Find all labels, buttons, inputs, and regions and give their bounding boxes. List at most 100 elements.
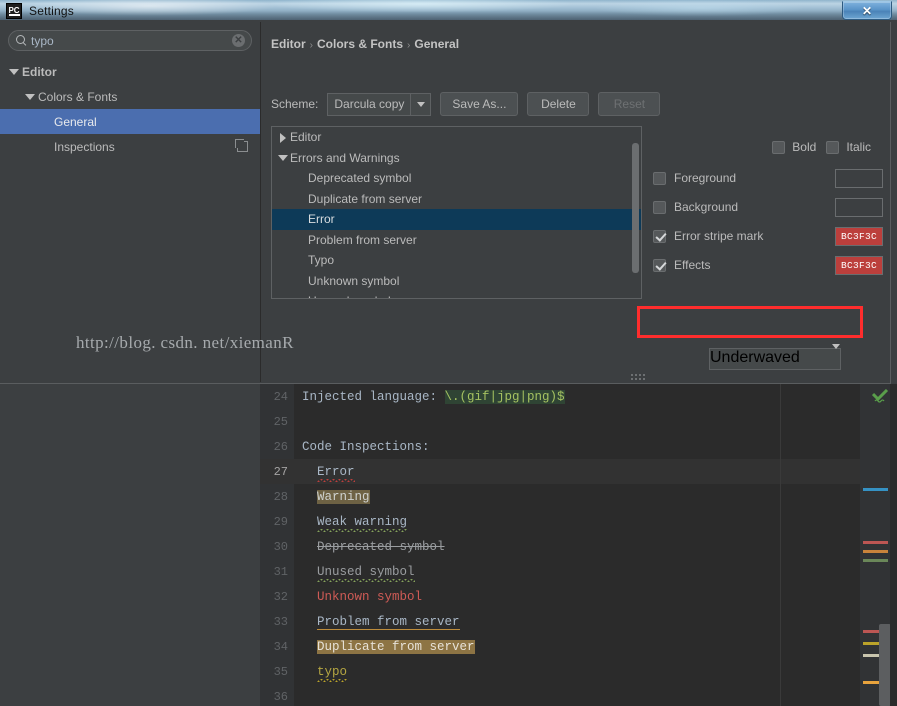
editor-line[interactable]: 32 Unknown symbol (260, 584, 897, 609)
code-editor[interactable]: 24 Injected language: \.(gif|jpg|png)$ 25 2… (260, 384, 897, 706)
chevron-down-icon[interactable] (277, 151, 290, 164)
window-title: Settings (29, 4, 74, 18)
save-as-button[interactable]: Save As... (440, 92, 519, 116)
code-token: Error (317, 464, 355, 479)
scheme-select-value: Darcula copy (334, 97, 405, 111)
breadcrumb-part[interactable]: Editor (271, 37, 306, 51)
color-tree-item-unknown-symbol[interactable]: Unknown symbol (272, 271, 641, 292)
code-token: Injected language: (302, 389, 445, 404)
sidebar-item-inspections[interactable]: Inspections (0, 134, 260, 159)
breadcrumb-separator: › (407, 40, 411, 51)
breadcrumb-part[interactable]: General (414, 37, 459, 51)
editor-line[interactable]: 30 Deprecated symbol (260, 534, 897, 559)
error-stripe-mark-checkbox[interactable] (653, 229, 666, 243)
code-token: Problem from server (317, 614, 460, 630)
editor-line[interactable]: 26 Code Inspections: (260, 434, 897, 459)
color-tree-scroll-thumb[interactable] (632, 143, 639, 273)
sidebar-item-editor[interactable]: Editor (0, 59, 260, 84)
color-tree-item-errors-and-warnings[interactable]: Errors and Warnings (272, 148, 641, 169)
dialog-resize-grip[interactable] (631, 374, 645, 381)
color-settings-tree[interactable]: Editor Errors and Warnings Deprecated symb… (271, 126, 642, 299)
effects-color-swatch[interactable]: BC3F3C (835, 255, 883, 275)
sidebar-item-label: Colors & Fonts (38, 89, 118, 104)
delete-button[interactable]: Delete (527, 92, 590, 116)
line-content: Deprecated symbol (288, 540, 445, 554)
editor-line[interactable]: 27 Error (260, 459, 897, 484)
effects-checkbox[interactable] (653, 258, 666, 272)
editor-line[interactable]: 25 (260, 409, 897, 434)
color-tree-item-label: Errors and Warnings (290, 150, 400, 165)
scheme-select[interactable]: Darcula copy (327, 92, 432, 116)
line-number: 31 (273, 564, 288, 579)
scheme-toolbar: Scheme: Darcula copy Save As... Delete Res… (271, 92, 661, 116)
color-tree-item-deprecated-symbol[interactable]: Deprecated symbol (272, 168, 641, 189)
italic-checkbox[interactable]: Italic (826, 140, 871, 154)
line-number: 25 (273, 414, 288, 429)
line-number: 36 (273, 689, 288, 704)
foreground-checkbox[interactable] (653, 171, 666, 185)
italic-checkbox-box[interactable] (826, 140, 840, 154)
error-stripe-mark-label: Error stripe mark (674, 229, 764, 243)
editor-line[interactable]: 34 Duplicate from server (260, 634, 897, 659)
sidebar-item-colors-fonts[interactable]: Colors & Fonts (0, 84, 260, 109)
line-number: 35 (273, 664, 288, 679)
code-token: \.(gif|jpg|png)$ (444, 389, 565, 404)
color-tree-item-duplicate-from-server[interactable]: Duplicate from server (272, 189, 641, 210)
editor-line[interactable]: 29 Weak warning (260, 509, 897, 534)
window-titlebar: PC Settings ✕ (0, 0, 897, 22)
copy-icon[interactable] (235, 139, 248, 152)
breadcrumb-part[interactable]: Colors & Fonts (317, 37, 403, 51)
marker-stripe[interactable] (863, 541, 888, 544)
settings-left-pane: typo ✕ Editor Colors & Fonts General Inspec… (0, 22, 261, 382)
chevron-down-icon[interactable] (8, 66, 19, 77)
line-content: typo (288, 665, 347, 679)
clear-search-icon[interactable]: ✕ (232, 34, 245, 47)
editor-line[interactable]: 35 typo (260, 659, 897, 684)
editor-scrollbar-track[interactable] (890, 384, 897, 706)
color-tree-item-unused-symbol[interactable]: Unused symbol (272, 291, 641, 298)
reset-button: Reset (598, 92, 661, 116)
close-button[interactable]: ✕ (842, 1, 892, 20)
color-tree-item-typo[interactable]: Typo (272, 250, 641, 271)
attribute-row-background: Background (653, 195, 883, 219)
editor-line[interactable]: 28 Warning (260, 484, 897, 509)
color-tree-item-error[interactable]: Error (272, 209, 641, 230)
marker-stripe[interactable] (863, 488, 888, 491)
error-stripe-mark-color-swatch[interactable]: BC3F3C (835, 226, 883, 246)
line-content: Error (288, 465, 355, 479)
editor-line[interactable]: 24 Injected language: \.(gif|jpg|png)$ (260, 384, 897, 409)
line-content: Unused symbol (288, 565, 415, 579)
right-margin-guide (780, 384, 781, 706)
bold-checkbox[interactable]: Bold (772, 140, 816, 154)
settings-right-pane: Editor › Colors & Fonts › General Scheme: Da… (262, 22, 890, 382)
search-container: typo ✕ (0, 22, 260, 51)
chevron-right-icon[interactable] (277, 131, 290, 144)
sidebar-item-general[interactable]: General (0, 109, 260, 134)
chevron-down-icon[interactable] (24, 91, 35, 102)
line-number: 28 (273, 489, 288, 504)
foreground-color-swatch[interactable] (835, 168, 883, 188)
background-color-swatch[interactable] (835, 197, 883, 217)
marker-stripe[interactable] (863, 550, 888, 553)
color-tree-item-problem-from-server[interactable]: Problem from server (272, 230, 641, 251)
bold-checkbox-box[interactable] (772, 140, 786, 154)
settings-category-tree[interactable]: Editor Colors & Fonts General Inspections (0, 59, 260, 159)
italic-label: Italic (846, 140, 871, 154)
marker-stripe[interactable] (863, 559, 888, 562)
color-tree-item-editor[interactable]: Editor (272, 127, 641, 148)
editor-line[interactable]: 36 (260, 684, 897, 706)
background-label: Background (674, 200, 739, 214)
editor-line[interactable]: 33 Problem from server (260, 609, 897, 634)
editor-line[interactable]: 31 Unused symbol (260, 559, 897, 584)
line-content: Unknown symbol (288, 590, 422, 604)
line-number: 29 (273, 514, 288, 529)
effect-type-select[interactable]: Underwaved (709, 348, 841, 370)
search-input[interactable]: typo ✕ (8, 30, 252, 51)
code-token: typo (317, 664, 348, 679)
background-checkbox[interactable] (653, 200, 666, 214)
